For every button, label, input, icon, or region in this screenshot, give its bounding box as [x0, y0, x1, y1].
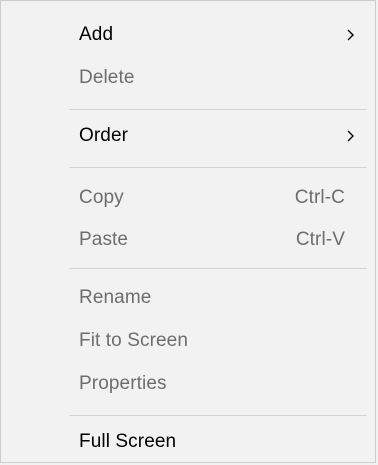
menu-separator — [69, 268, 367, 269]
menu-item-label: Fit to Screen — [79, 330, 189, 351]
menu-item-label: Delete — [79, 67, 135, 88]
context-menu: Add Delete Order Copy Ctrl-C Paste Ctrl-… — [0, 0, 376, 463]
menu-item-rename: Rename — [79, 278, 359, 318]
menu-item-properties: Properties — [79, 364, 359, 404]
menu-item-label: Add — [79, 24, 114, 45]
menu-item-fit-to-screen: Fit to Screen — [79, 321, 359, 361]
menu-item-label: Rename — [79, 287, 152, 308]
menu-item-shortcut: Ctrl-C — [294, 187, 345, 208]
menu-separator — [69, 109, 367, 110]
menu-item-add[interactable]: Add — [79, 15, 359, 55]
chevron-right-icon — [347, 130, 354, 142]
menu-item-full-screen[interactable]: Full Screen — [79, 422, 359, 462]
menu-item-order[interactable]: Order — [79, 116, 359, 156]
menu-item-paste: Paste Ctrl-V — [79, 220, 359, 260]
menu-separator — [69, 167, 367, 168]
chevron-right-icon — [347, 29, 354, 41]
menu-item-label: Properties — [79, 373, 167, 394]
menu-item-shortcut: Ctrl-V — [295, 229, 345, 250]
menu-item-copy: Copy Ctrl-C — [79, 178, 359, 218]
menu-separator — [69, 415, 367, 416]
menu-item-label: Order — [79, 125, 129, 146]
menu-item-label: Full Screen — [79, 431, 177, 452]
menu-item-delete: Delete — [79, 58, 359, 98]
